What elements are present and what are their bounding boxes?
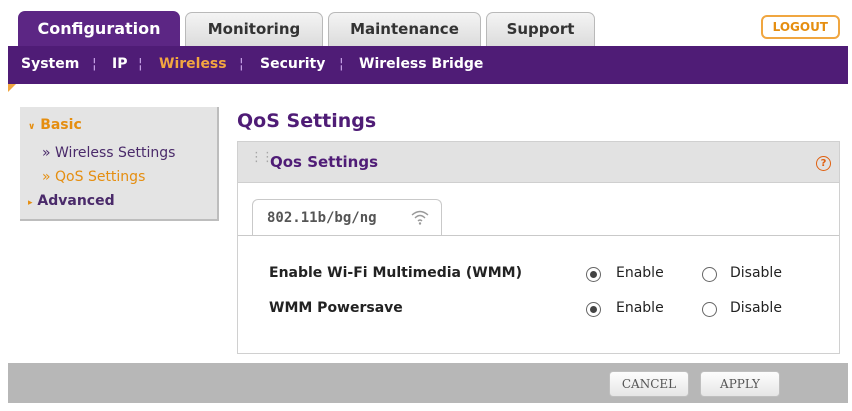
tab-monitoring[interactable]: Monitoring [185, 12, 323, 46]
sub-navigation: System ¦ IP ¦ Wireless ¦ Security ¦ Wire… [8, 46, 848, 84]
sidebar-item-basic[interactable]: ∨ Basic [28, 117, 82, 133]
wmm-enable-radio[interactable] [586, 267, 601, 282]
subnav-system[interactable]: System [21, 56, 79, 72]
subnav-ip[interactable]: IP [112, 56, 127, 72]
subnav-security[interactable]: Security [260, 56, 325, 72]
powersave-label: WMM Powersave [269, 300, 403, 316]
content-area: ∨ Basic » Wireless Settings » QoS Settin… [8, 84, 848, 363]
sidebar-item-label: Basic [40, 117, 82, 133]
top-tab-bar: Configuration Monitoring Maintenance Sup… [8, 8, 848, 47]
sidebar-item-advanced[interactable]: ▸ Advanced [28, 193, 115, 209]
subnav-separator: ¦ [339, 56, 344, 72]
sidebar-item-wireless-settings[interactable]: » Wireless Settings [42, 145, 175, 161]
chevron-right-icon: ▸ [28, 198, 33, 208]
tab-maintenance[interactable]: Maintenance [328, 12, 481, 46]
mode-tab-label: 802.11b/bg/ng [267, 210, 377, 226]
subnav-separator: ¦ [138, 56, 143, 72]
qos-settings-panel: ⋮⋮ Qos Settings ? 802.11b/bg/ng Enable W… [237, 141, 840, 354]
panel-title: Qos Settings [270, 153, 379, 171]
powersave-enable-label: Enable [616, 300, 664, 316]
tab-802-11-mode[interactable]: 802.11b/bg/ng [252, 199, 442, 236]
subnav-separator: ¦ [92, 56, 97, 72]
wmm-disable-label: Disable [730, 265, 782, 281]
sidebar-item-label: Advanced [37, 193, 115, 209]
apply-button[interactable]: APPLY [700, 371, 780, 397]
tab-divider [238, 235, 839, 236]
wifi-icon [411, 210, 429, 225]
wmm-disable-radio[interactable] [702, 267, 717, 282]
powersave-disable-radio[interactable] [702, 302, 717, 317]
footer-bar: CANCEL APPLY [8, 363, 848, 403]
sidebar-item-qos-settings[interactable]: » QoS Settings [42, 169, 145, 185]
cancel-button[interactable]: CANCEL [609, 371, 689, 397]
sidebar-menu: ∨ Basic » Wireless Settings » QoS Settin… [20, 107, 219, 221]
panel-header: ⋮⋮ Qos Settings ? [238, 142, 839, 183]
chevron-down-icon: ∨ [28, 122, 36, 132]
powersave-enable-radio[interactable] [586, 302, 601, 317]
subnav-wireless-bridge[interactable]: Wireless Bridge [359, 56, 483, 72]
logout-button[interactable]: LOGOUT [760, 15, 840, 39]
wmm-enable-label: Enable [616, 265, 664, 281]
admin-frame: Configuration Monitoring Maintenance Sup… [8, 8, 848, 403]
page-title: QoS Settings [237, 110, 377, 132]
tab-configuration[interactable]: Configuration [18, 11, 180, 47]
powersave-disable-label: Disable [730, 300, 782, 316]
wmm-label: Enable Wi-Fi Multimedia (WMM) [269, 265, 522, 281]
help-icon[interactable]: ? [816, 156, 831, 171]
drag-handle-icon: ⋮⋮ [250, 150, 274, 165]
corner-fold [8, 84, 16, 92]
tab-support[interactable]: Support [486, 12, 595, 46]
subnav-separator: ¦ [239, 56, 244, 72]
subnav-wireless[interactable]: Wireless [159, 56, 227, 72]
